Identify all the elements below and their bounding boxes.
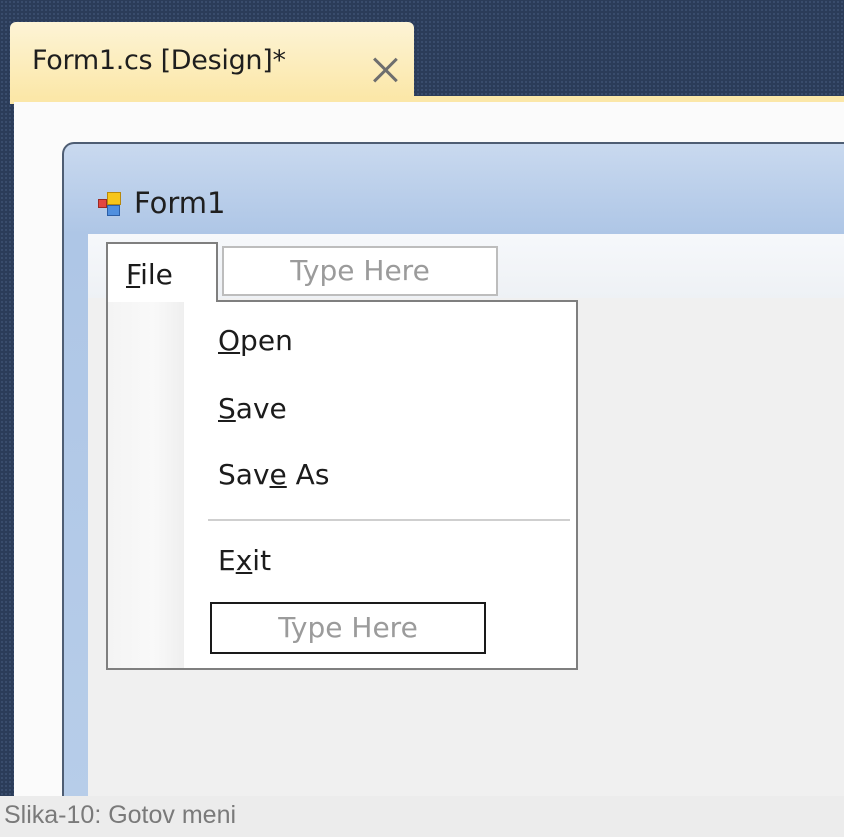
menu-item-exit[interactable]: Exit (218, 544, 271, 577)
menu-gutter (108, 302, 184, 668)
menu-separator (208, 519, 570, 521)
menu-item-open[interactable]: Open (218, 324, 293, 357)
menu-item-save-as[interactable]: Save As (218, 458, 329, 491)
tab-form1-design[interactable]: Form1.cs [Design]* (10, 22, 414, 98)
form-icon (98, 192, 124, 218)
tab-title: Form1.cs [Design]* (32, 44, 286, 76)
menu-type-here-input[interactable]: Type Here (222, 246, 498, 296)
menu-file[interactable]: File (106, 242, 218, 302)
menu-item-save[interactable]: Save (218, 392, 287, 425)
dropdown-type-here-input[interactable]: Type Here (210, 602, 486, 654)
menu-file-label: File (126, 258, 173, 291)
file-dropdown-menu: Open Save Save As Exit Type Here (106, 300, 578, 670)
figure-caption: Slika-10: Gotov meni (0, 796, 844, 837)
form-title: Form1 (134, 186, 226, 220)
close-icon[interactable] (372, 57, 398, 83)
